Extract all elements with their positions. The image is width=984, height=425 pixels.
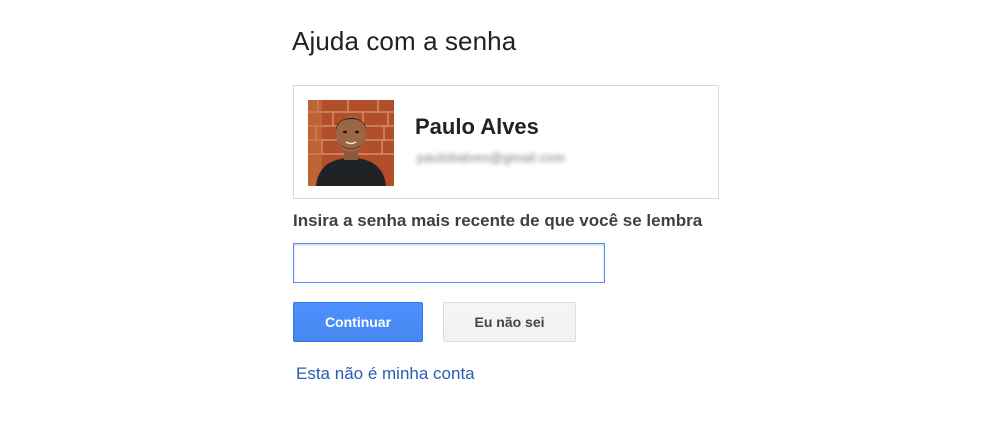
not-my-account-link[interactable]: Esta não é minha conta — [296, 364, 475, 384]
user-photo-icon — [308, 100, 394, 186]
account-email: paulobalves@gmail.com — [417, 150, 566, 165]
password-input[interactable] — [293, 243, 605, 283]
avatar — [308, 100, 394, 186]
password-help-page: Ajuda com a senha Paulo Alves paulobalve… — [0, 0, 984, 425]
continue-button[interactable]: Continuar — [293, 302, 423, 342]
page-title: Ajuda com a senha — [292, 26, 517, 56]
account-card: Paulo Alves paulobalves@gmail.com — [293, 85, 719, 199]
account-name: Paulo Alves — [415, 114, 539, 139]
dont-know-button[interactable]: Eu não sei — [443, 302, 576, 342]
password-label: Insira a senha mais recente de que você … — [293, 211, 703, 230]
